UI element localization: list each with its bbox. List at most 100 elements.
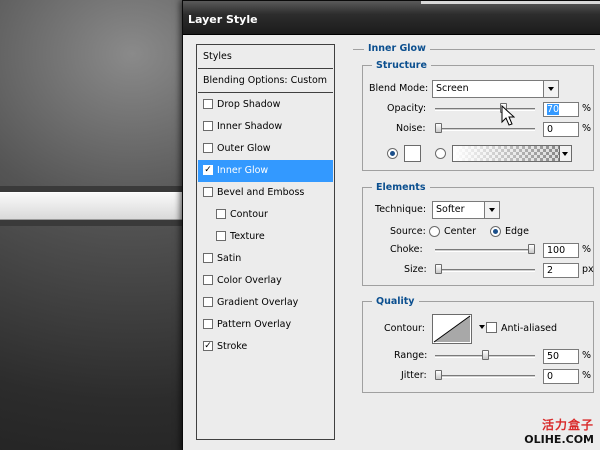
title-bar[interactable]: Layer Style	[183, 1, 600, 35]
choke-slider[interactable]	[435, 244, 535, 254]
size-slider[interactable]	[435, 264, 535, 274]
style-item-checkbox[interactable]	[203, 318, 213, 329]
style-item-label: Satin	[217, 253, 242, 264]
range-input[interactable]: 50	[543, 349, 579, 364]
style-item-checkbox[interactable]	[203, 296, 213, 307]
style-item-contour[interactable]: Contour	[198, 204, 333, 226]
opacity-input[interactable]: 70	[543, 102, 579, 117]
choke-input[interactable]: 100	[543, 243, 579, 258]
style-item-label: Contour	[230, 209, 268, 220]
style-item-gradient-overlay[interactable]: Gradient Overlay	[198, 292, 333, 314]
style-item-color-overlay[interactable]: Color Overlay	[198, 270, 333, 292]
style-item-checkbox[interactable]	[203, 142, 213, 153]
style-item-checkbox[interactable]: ✓	[203, 340, 213, 351]
style-item-inner-shadow[interactable]: Inner Shadow	[198, 116, 333, 138]
choke-slider-thumb[interactable]	[528, 244, 535, 254]
noise-input[interactable]: 0	[543, 122, 579, 137]
opacity-label: Opacity:	[387, 103, 427, 114]
style-item-checkbox[interactable]	[203, 98, 213, 109]
styles-header[interactable]: Styles	[198, 45, 333, 69]
jitter-slider-thumb[interactable]	[435, 370, 442, 380]
source-edge-label[interactable]: Edge	[505, 226, 529, 237]
glow-gradient-picker[interactable]	[452, 145, 572, 162]
style-item-drop-shadow[interactable]: Drop Shadow	[198, 94, 333, 116]
blend-mode-select[interactable]: Screen	[432, 80, 559, 98]
source-label: Source:	[390, 226, 426, 237]
jitter-unit: %	[582, 370, 592, 381]
range-value: 50	[547, 351, 560, 362]
range-unit: %	[582, 350, 592, 361]
style-item-label: Texture	[230, 231, 265, 242]
structure-title: Structure	[372, 60, 431, 71]
technique-label: Technique:	[375, 204, 427, 215]
style-item-satin[interactable]: Satin	[198, 248, 333, 270]
gradient-radio[interactable]	[435, 148, 446, 159]
range-label: Range:	[394, 350, 428, 361]
source-center-radio[interactable]	[429, 226, 440, 237]
contour-label: Contour:	[384, 323, 425, 334]
style-item-checkbox[interactable]	[203, 274, 213, 285]
style-item-checkbox[interactable]	[203, 186, 213, 197]
range-slider-thumb[interactable]	[482, 350, 489, 360]
style-item-label: Outer Glow	[217, 143, 271, 154]
style-item-inner-glow[interactable]: ✓ Inner Glow	[198, 160, 333, 182]
source-center-label[interactable]: Center	[444, 226, 476, 237]
solid-color-radio[interactable]	[387, 148, 398, 159]
choke-slider-track	[435, 249, 535, 252]
style-item-label: Inner Glow	[217, 165, 269, 176]
style-item-checkbox[interactable]: ✓	[203, 164, 213, 175]
style-item-checkbox[interactable]	[203, 252, 213, 263]
contour-picker[interactable]	[432, 314, 485, 344]
styles-header-label: Styles	[203, 51, 232, 62]
opacity-value: 70	[547, 104, 560, 115]
size-unit: px	[582, 264, 594, 275]
noise-label: Noise:	[396, 123, 426, 134]
technique-value: Softer	[436, 204, 465, 215]
chevron-down-icon	[484, 202, 499, 218]
watermark: 活力盒子 OLIHE.COM	[524, 416, 594, 446]
anti-aliased-checkbox[interactable]	[486, 322, 497, 333]
style-item-checkbox[interactable]	[216, 230, 226, 241]
noise-slider-thumb[interactable]	[435, 123, 442, 133]
anti-aliased-label[interactable]: Anti-aliased	[501, 323, 557, 334]
style-item-outer-glow[interactable]: Outer Glow	[198, 138, 333, 160]
size-slider-track	[435, 269, 535, 272]
style-item-label: Color Overlay	[217, 275, 282, 286]
style-item-label: Bevel and Emboss	[217, 187, 305, 198]
noise-slider-track	[435, 128, 535, 131]
jitter-input[interactable]: 0	[543, 369, 579, 384]
styles-list: Styles Blending Options: Custom Drop Sha…	[196, 44, 335, 440]
blending-options-item[interactable]: Blending Options: Custom	[198, 69, 333, 93]
style-item-checkbox[interactable]	[203, 120, 213, 131]
inner-glow-title: Inner Glow	[364, 43, 430, 54]
style-item-label: Drop Shadow	[217, 99, 281, 110]
layer-style-dialog: Layer Style Styles Blending Options: Cus…	[182, 0, 600, 450]
glow-color-swatch[interactable]	[404, 145, 421, 162]
style-item-bevel-and-emboss[interactable]: Bevel and Emboss	[198, 182, 333, 204]
quality-title: Quality	[372, 296, 419, 307]
chevron-down-icon	[559, 146, 571, 161]
style-item-texture[interactable]: Texture	[198, 226, 333, 248]
size-slider-thumb[interactable]	[435, 264, 442, 274]
jitter-slider[interactable]	[435, 370, 535, 380]
style-item-label: Pattern Overlay	[217, 319, 292, 330]
opacity-unit: %	[582, 103, 592, 114]
opacity-slider[interactable]	[435, 103, 535, 113]
noise-slider[interactable]	[435, 123, 535, 133]
source-edge-radio[interactable]	[490, 226, 501, 237]
noise-value: 0	[547, 124, 554, 135]
background-bar	[0, 192, 190, 220]
dialog-title: Layer Style	[188, 13, 258, 26]
jitter-slider-track	[435, 375, 535, 378]
style-item-stroke[interactable]: ✓ Stroke	[198, 336, 333, 358]
size-input[interactable]: 2	[543, 263, 579, 278]
size-label: Size:	[404, 264, 427, 275]
technique-select[interactable]: Softer	[432, 201, 500, 219]
style-item-label: Stroke	[217, 341, 248, 352]
range-slider[interactable]	[435, 350, 535, 360]
style-item-checkbox[interactable]	[216, 208, 226, 219]
style-item-pattern-overlay[interactable]: Pattern Overlay	[198, 314, 333, 336]
mouse-pointer-icon	[501, 105, 515, 126]
style-item-label: Inner Shadow	[217, 121, 283, 132]
choke-value: 100	[547, 245, 566, 256]
